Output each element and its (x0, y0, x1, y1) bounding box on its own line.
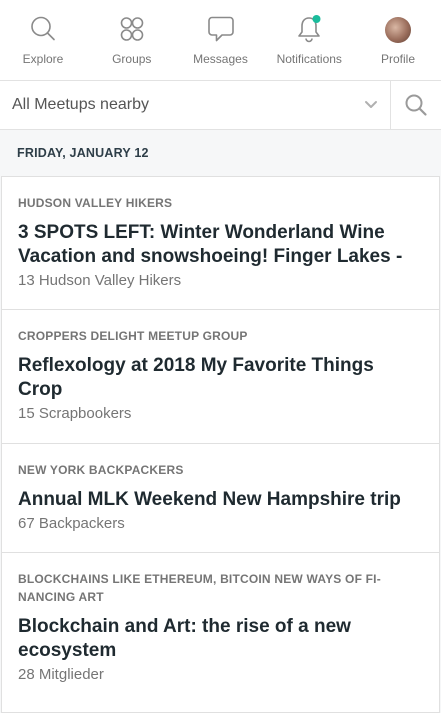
event-title: 3 SPOTS LEFT: Winter Wonderland Wine Vac… (18, 222, 403, 267)
event-list: HUDSON VALLEY HIKERS 3 SPOTS LEFT: Winte… (1, 176, 440, 713)
notification-dot (312, 15, 321, 23)
chevron-down-icon (365, 101, 377, 108)
day-header: FRIDAY, JANUARY 12 (17, 146, 149, 160)
nav-messages[interactable]: Messages (184, 0, 258, 80)
nav-explore[interactable]: Explore (6, 0, 80, 80)
filter-bar: All Meetups nearby (0, 81, 441, 130)
event-attendees: 67 Backpackers (18, 515, 125, 532)
nav-explore-label: Explore (22, 52, 64, 66)
event-group-name: CROPPERS DELIGHT MEETUP GROUP (18, 329, 248, 343)
message-bubble-icon (207, 16, 234, 42)
filter-selected-value: All Meetups nearby (12, 96, 149, 113)
event-card[interactable]: HUDSON VALLEY HIKERS 3 SPOTS LEFT: Winte… (1, 176, 440, 310)
nav-profile-label: Profile (380, 52, 415, 66)
search-icon (405, 94, 427, 116)
search-button[interactable] (391, 81, 441, 129)
event-title: Annual MLK Weekend New Hampshire trip (18, 489, 401, 510)
avatar (385, 17, 411, 43)
event-attendees: 15 Scrapbookers (18, 405, 132, 422)
nav-notifications-label: Notifications (276, 52, 342, 66)
event-title: Blockchain and Art: the rise of a new ec… (18, 616, 351, 661)
event-group-name: HUDSON VALLEY HIKERS (18, 196, 173, 210)
nav-groups[interactable]: Groups (95, 0, 169, 80)
nav-notifications[interactable]: Notifications (272, 0, 346, 80)
event-group-name: BLOCKCHAINS LIKE ETHEREUM, BITCOIN NEW W… (18, 572, 381, 604)
nav-messages-label: Messages (193, 52, 248, 66)
nav-profile[interactable]: Profile (361, 0, 435, 80)
event-card[interactable]: NEW YORK BACKPACKERS Annual MLK Weekend … (1, 444, 440, 553)
search-icon (31, 16, 55, 41)
bell-icon (298, 15, 321, 43)
meetup-filter-dropdown[interactable]: All Meetups nearby (0, 81, 391, 129)
top-navigation: Explore Groups Messages Notifications Pr… (0, 0, 441, 81)
event-title: Reflexology at 2018 My Favorite Things C… (18, 355, 374, 400)
event-attendees: 13 Hudson Valley Hikers (18, 272, 182, 289)
event-card[interactable]: CROPPERS DELIGHT MEETUP GROUP Reflexolog… (1, 310, 440, 444)
nav-groups-label: Groups (112, 52, 152, 66)
groups-icon (120, 17, 144, 41)
event-attendees: 28 Mitglieder (18, 666, 104, 683)
event-card[interactable]: BLOCKCHAINS LIKE ETHEREUM, BITCOIN NEW W… (1, 553, 440, 713)
event-group-name: NEW YORK BACKPACKERS (18, 463, 184, 477)
